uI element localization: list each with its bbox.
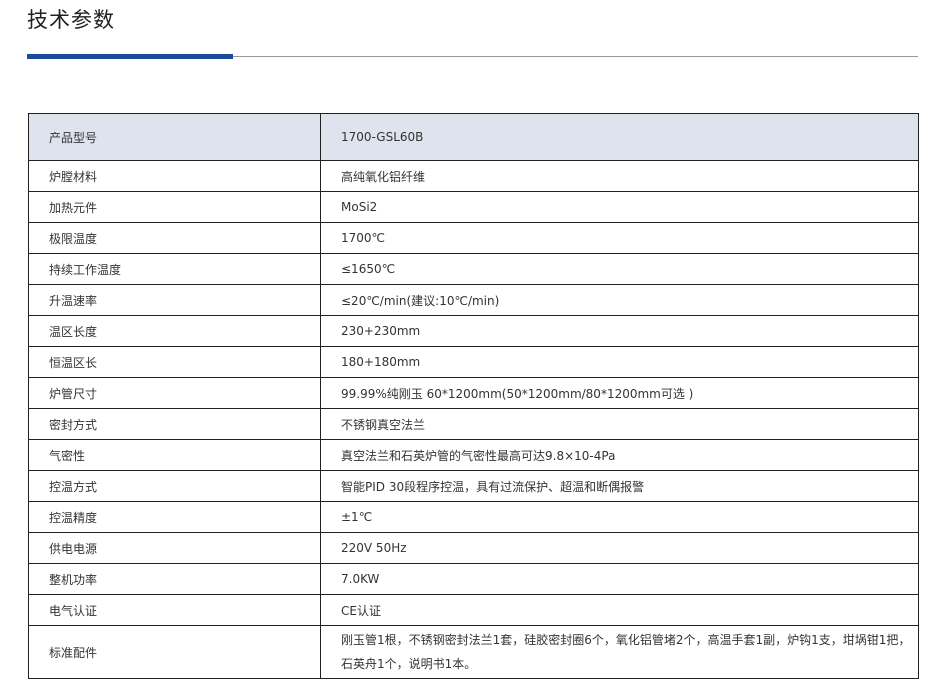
table-row: 恒温区长 180+180mm — [28, 346, 919, 378]
row-label: 极限温度 — [28, 222, 321, 254]
row-label: 升温速率 — [28, 284, 321, 316]
table-row: 电气认证 CE认证 — [28, 594, 919, 626]
row-value: 180+180mm — [320, 346, 919, 378]
header-label: 产品型号 — [28, 113, 321, 161]
table-row: 气密性 真空法兰和石英炉管的气密性最高可达9.8×10-4Pa — [28, 439, 919, 471]
row-label: 炉管尺寸 — [28, 377, 321, 409]
spec-table: 产品型号 1700-GSL60B 炉膛材料 高纯氧化铝纤维 加热元件 MoSi2… — [28, 113, 919, 679]
table-row: 温区长度 230+230mm — [28, 315, 919, 347]
row-label: 供电电源 — [28, 532, 321, 564]
row-value: 1700℃ — [320, 222, 919, 254]
title-accent-bar — [27, 54, 233, 59]
row-label: 持续工作温度 — [28, 253, 321, 285]
table-row: 极限温度 1700℃ — [28, 222, 919, 254]
table-row: 密封方式 不锈钢真空法兰 — [28, 408, 919, 440]
row-value: CE认证 — [320, 594, 919, 626]
table-row: 加热元件 MoSi2 — [28, 191, 919, 223]
table-row: 控温方式 智能PID 30段程序控温，具有过流保护、超温和断偶报警 — [28, 470, 919, 502]
row-value: 99.99%纯刚玉 60*1200mm(50*1200mm/80*1200mm可… — [320, 377, 919, 409]
row-label: 恒温区长 — [28, 346, 321, 378]
row-value: ≤1650℃ — [320, 253, 919, 285]
row-value: 220V 50Hz — [320, 532, 919, 564]
row-label: 加热元件 — [28, 191, 321, 223]
table-row: 控温精度 ±1℃ — [28, 501, 919, 533]
row-value: MoSi2 — [320, 191, 919, 223]
row-value: 智能PID 30段程序控温，具有过流保护、超温和断偶报警 — [320, 470, 919, 502]
row-label: 炉膛材料 — [28, 160, 321, 192]
row-label: 气密性 — [28, 439, 321, 471]
row-label: 控温方式 — [28, 470, 321, 502]
table-row: 供电电源 220V 50Hz — [28, 532, 919, 564]
row-label: 标准配件 — [28, 625, 321, 679]
row-value: 不锈钢真空法兰 — [320, 408, 919, 440]
row-value: 真空法兰和石英炉管的气密性最高可达9.8×10-4Pa — [320, 439, 919, 471]
row-label: 控温精度 — [28, 501, 321, 533]
row-label: 整机功率 — [28, 563, 321, 595]
header-value: 1700-GSL60B — [320, 113, 919, 161]
table-row: 炉管尺寸 99.99%纯刚玉 60*1200mm(50*1200mm/80*12… — [28, 377, 919, 409]
table-row: 标准配件 刚玉管1根，不锈钢密封法兰1套，硅胶密封圈6个，氧化铝管堵2个，高温手… — [28, 625, 919, 679]
row-label: 电气认证 — [28, 594, 321, 626]
section-title: 技术参数 — [27, 8, 115, 32]
row-value: 230+230mm — [320, 315, 919, 347]
row-value: 7.0KW — [320, 563, 919, 595]
table-row: 炉膛材料 高纯氧化铝纤维 — [28, 160, 919, 192]
row-label: 密封方式 — [28, 408, 321, 440]
row-value: 刚玉管1根，不锈钢密封法兰1套，硅胶密封圈6个，氧化铝管堵2个，高温手套1副，炉… — [320, 625, 919, 679]
row-value: ±1℃ — [320, 501, 919, 533]
row-value: 高纯氧化铝纤维 — [320, 160, 919, 192]
table-header-row: 产品型号 1700-GSL60B — [28, 113, 919, 161]
row-label: 温区长度 — [28, 315, 321, 347]
row-value: ≤20℃/min(建议:10℃/min) — [320, 284, 919, 316]
table-row: 持续工作温度 ≤1650℃ — [28, 253, 919, 285]
table-row: 升温速率 ≤20℃/min(建议:10℃/min) — [28, 284, 919, 316]
table-row: 整机功率 7.0KW — [28, 563, 919, 595]
